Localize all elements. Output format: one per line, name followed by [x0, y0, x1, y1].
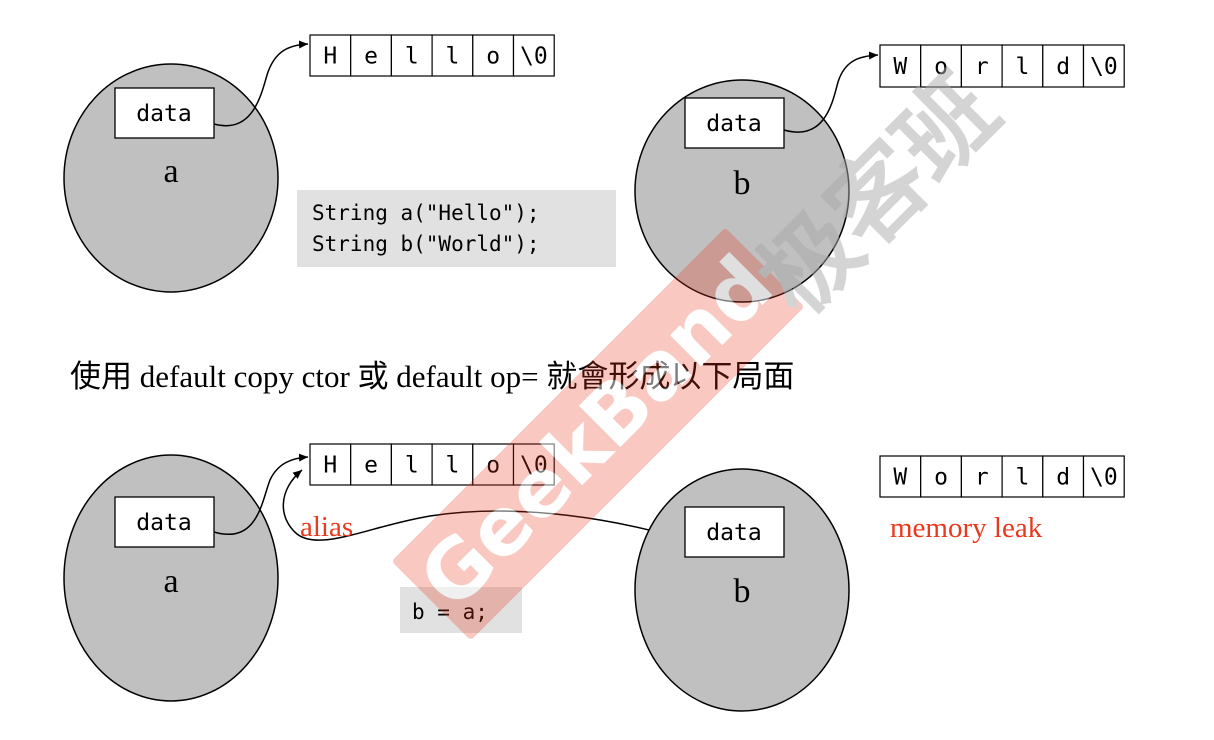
char-cell-text: l	[405, 44, 419, 70]
char-cell-text: l	[446, 453, 460, 479]
data-field-label: data	[706, 520, 761, 546]
char-cell-text: \0	[1090, 465, 1118, 491]
char-cell-text: W	[893, 54, 907, 80]
char-cell-text: W	[893, 465, 907, 491]
object-a-name: a	[163, 563, 178, 600]
top-string-hello: He l l o \0	[309, 34, 555, 77]
data-field-label: data	[136, 510, 191, 536]
char-cell-text: H	[323, 44, 337, 70]
char-cell-text: l	[1016, 465, 1030, 491]
code-line-2: String b("World");	[312, 232, 540, 256]
object-b-name: b	[734, 573, 751, 610]
char-cell-text: o	[934, 465, 948, 491]
char-cell-text: d	[1056, 465, 1070, 491]
char-cell-text: e	[364, 44, 378, 70]
object-b-name: b	[734, 165, 751, 202]
top-object-a: data a	[63, 63, 279, 293]
char-cell-text: H	[323, 453, 337, 479]
char-cell-text: d	[1056, 54, 1070, 80]
code-line-1: String a("Hello");	[312, 201, 540, 225]
bottom-object-a: data a	[63, 454, 279, 702]
object-a-name: a	[163, 153, 178, 190]
alias-label: alias	[300, 511, 353, 543]
string-copy-diagram: data a He l l o \0 String a("Hello"); String…	[63, 34, 1125, 712]
bottom-string-world-orphaned: Wo r l d \0	[879, 455, 1125, 498]
data-field-label: data	[706, 111, 761, 137]
memory-leak-label: memory leak	[890, 512, 1043, 544]
char-cell-text: o	[486, 44, 500, 70]
char-cell-text: \0	[520, 44, 548, 70]
char-cell-text: \0	[1090, 54, 1118, 80]
char-cell-text: l	[405, 453, 419, 479]
char-cell-text: l	[446, 44, 460, 70]
bottom-object-b: data b	[634, 468, 850, 712]
char-cell-text: e	[364, 453, 378, 479]
char-cell-text: r	[975, 465, 989, 491]
char-cell-text: r	[975, 54, 989, 80]
top-code-block: String a("Hello"); String b("World");	[297, 190, 616, 267]
char-cell-text: l	[1016, 54, 1030, 80]
data-field-label: data	[136, 101, 191, 127]
